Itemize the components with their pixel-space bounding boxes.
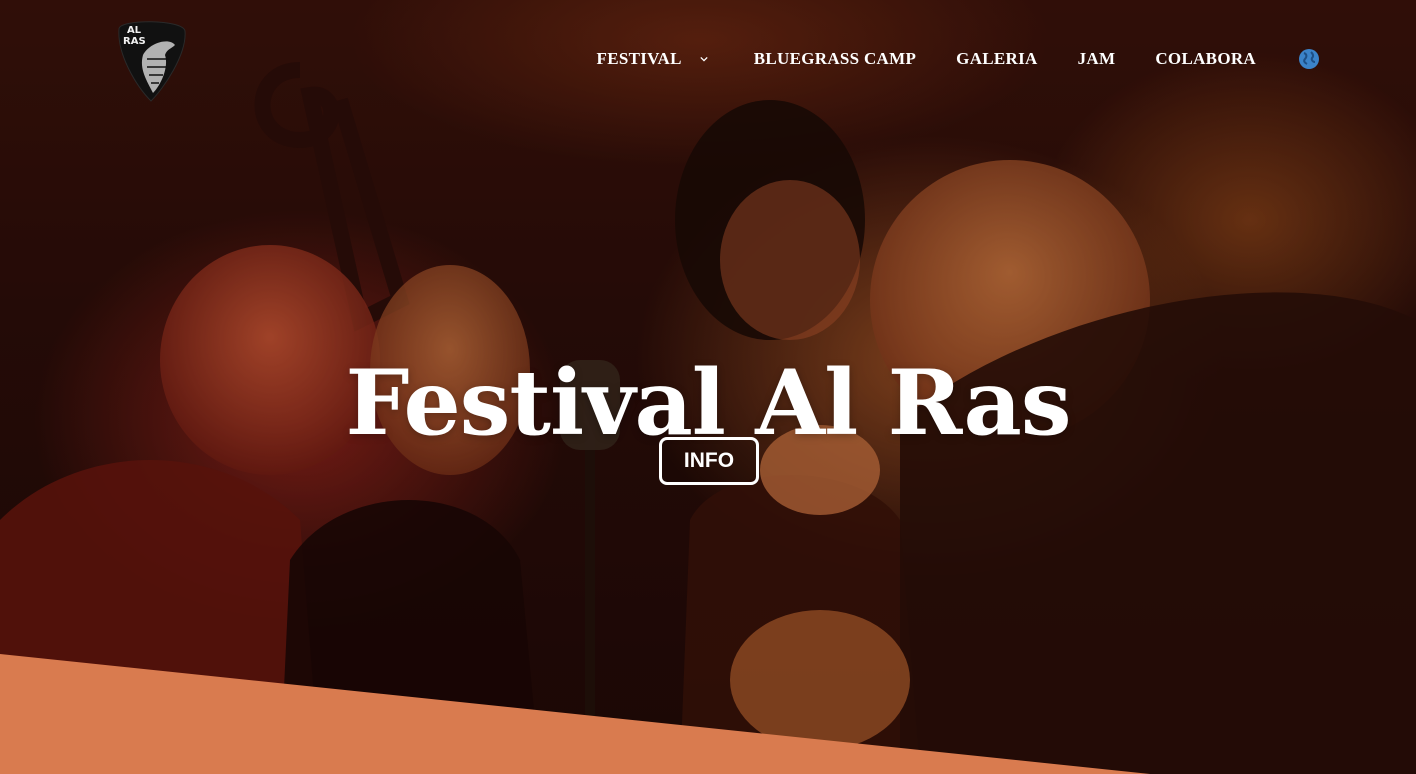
nav-item-galeria[interactable]: GALERIA	[956, 49, 1037, 69]
bottom-accent-wedge	[0, 654, 1150, 774]
logo-text: AL RAS	[123, 25, 146, 47]
nav-item-colabora[interactable]: COLABORA	[1155, 49, 1256, 69]
nav-item-label: COLABORA	[1155, 49, 1256, 68]
site-logo[interactable]: AL RAS	[113, 15, 189, 103]
nav-item-label: JAM	[1077, 49, 1116, 68]
info-button[interactable]: INFO	[659, 437, 759, 485]
nav-item-jam[interactable]: JAM	[1078, 49, 1116, 69]
globe-icon[interactable]	[1298, 48, 1320, 70]
top-navigation-bar: AL RAS FESTIVAL BLUEGRASS CAMP GALERIA J…	[0, 0, 1416, 120]
nav-item-festival[interactable]: FESTIVAL	[597, 49, 708, 69]
hero-section: AL RAS FESTIVAL BLUEGRASS CAMP GALERIA J…	[0, 0, 1416, 774]
chevron-down-icon[interactable]	[700, 55, 708, 63]
nav-item-label: FESTIVAL	[596, 49, 682, 68]
nav-item-bluegrass-camp[interactable]: BLUEGRASS CAMP	[754, 49, 916, 69]
nav-item-label: BLUEGRASS CAMP	[753, 49, 917, 68]
main-nav: FESTIVAL BLUEGRASS CAMP GALERIA JAM COLA…	[597, 48, 1320, 70]
nav-item-label: GALERIA	[956, 49, 1038, 68]
